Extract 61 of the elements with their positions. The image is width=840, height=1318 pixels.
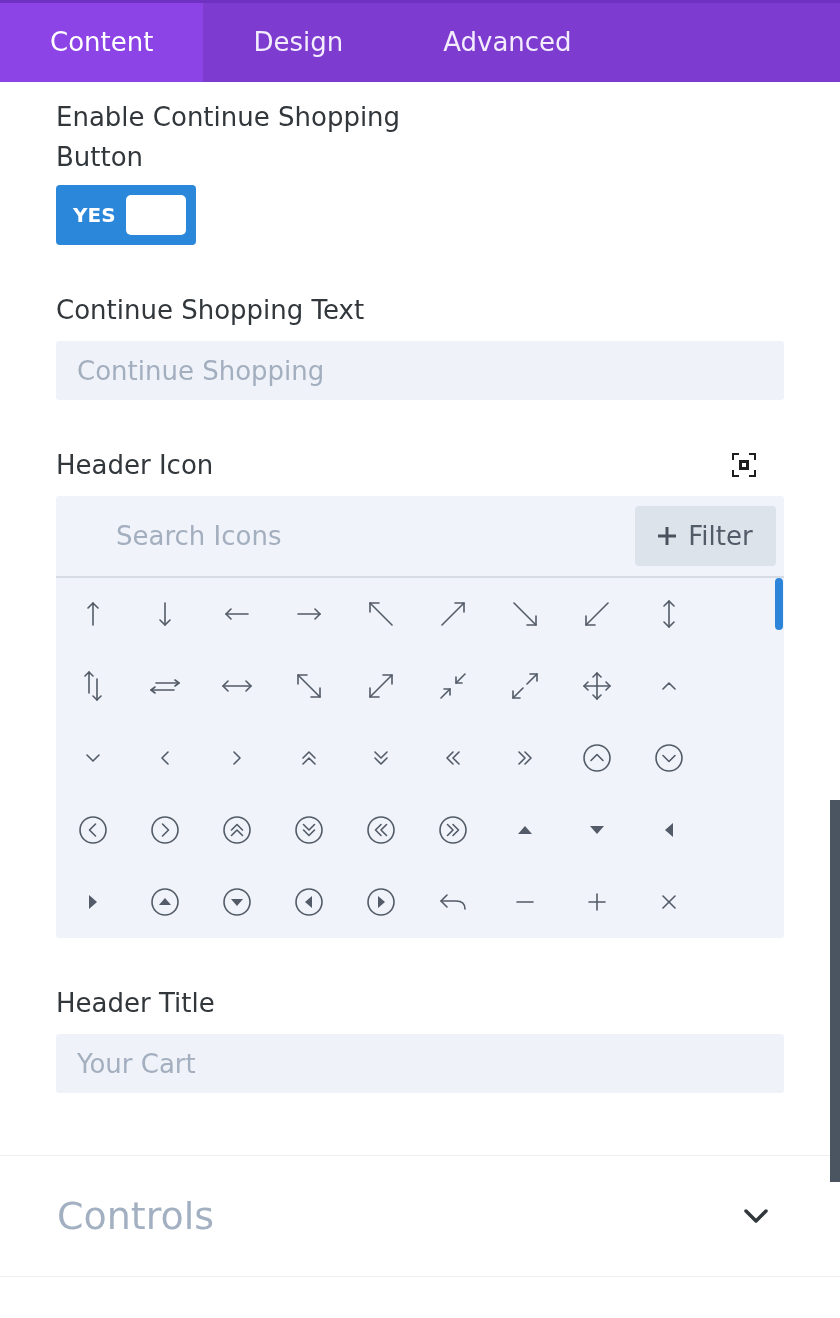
arrow-up-icon[interactable] bbox=[87, 602, 99, 626]
diagonal-double-arrow-icon[interactable] bbox=[369, 674, 393, 698]
field-label: Continue Shopping Text bbox=[56, 294, 366, 327]
double-chevron-left-icon[interactable] bbox=[446, 751, 460, 765]
page-scrollbar[interactable] bbox=[830, 800, 840, 1182]
diagonal-double-arrow-icon[interactable] bbox=[297, 674, 321, 698]
close-icon[interactable] bbox=[662, 895, 676, 909]
scrollbar-thumb[interactable] bbox=[775, 578, 783, 630]
arrow-left-icon[interactable] bbox=[225, 608, 249, 620]
plus-icon bbox=[658, 527, 677, 545]
arrows-up-down-icon[interactable] bbox=[84, 671, 102, 701]
circle-triangle-right-icon[interactable] bbox=[367, 888, 395, 916]
arrow-right-icon[interactable] bbox=[297, 608, 321, 620]
chevron-left-icon[interactable] bbox=[161, 751, 169, 765]
triangle-left-icon[interactable] bbox=[665, 823, 673, 837]
field-label: Header Title bbox=[56, 987, 216, 1020]
field-label: Header Icon bbox=[56, 449, 214, 482]
triangle-right-icon[interactable] bbox=[89, 895, 97, 909]
minimize-icon[interactable] bbox=[440, 673, 466, 699]
circle-chevron-left-icon[interactable] bbox=[79, 816, 107, 844]
tab[interactable]: Advanced bbox=[393, 3, 622, 82]
arrow-left-right-icon[interactable] bbox=[222, 680, 252, 692]
circle-triangle-up-icon[interactable] bbox=[151, 888, 179, 916]
circle-chevron-up-icon[interactable] bbox=[583, 744, 611, 772]
toggle-knob bbox=[126, 195, 186, 235]
reply-arrow-icon[interactable] bbox=[440, 894, 466, 910]
tab[interactable]: Content bbox=[0, 3, 204, 82]
tab[interactable]: Design bbox=[203, 3, 394, 82]
circle-triangle-left-icon[interactable] bbox=[295, 888, 323, 916]
maximize-icon[interactable] bbox=[512, 673, 538, 699]
arrows-left-right-icon[interactable] bbox=[150, 678, 180, 694]
double-chevron-up-icon[interactable] bbox=[302, 751, 316, 765]
arrow-up-down-icon[interactable] bbox=[663, 600, 675, 628]
filter-button[interactable]: Filter bbox=[635, 506, 776, 566]
circle-chevron-down-icon[interactable] bbox=[655, 744, 683, 772]
circle-double-chevron-up-icon[interactable] bbox=[223, 816, 251, 844]
chevron-up-icon[interactable] bbox=[662, 682, 676, 690]
double-chevron-right-icon[interactable] bbox=[518, 751, 532, 765]
circle-triangle-down-icon[interactable] bbox=[223, 888, 251, 916]
move-icon[interactable] bbox=[583, 672, 611, 700]
chevron-right-icon[interactable] bbox=[233, 751, 241, 765]
triangle-down-icon[interactable] bbox=[590, 826, 604, 834]
circle-double-chevron-right-icon[interactable] bbox=[439, 816, 467, 844]
arrow-up-right-icon[interactable] bbox=[441, 602, 465, 626]
plus-icon[interactable] bbox=[588, 893, 606, 911]
triangle-up-icon[interactable] bbox=[518, 826, 532, 834]
circle-double-chevron-left-icon[interactable] bbox=[367, 816, 395, 844]
arrow-down-icon[interactable] bbox=[159, 602, 171, 626]
input-field[interactable]: Continue Shopping bbox=[56, 341, 784, 400]
search-field[interactable]: Search Icons bbox=[56, 506, 635, 566]
input-field[interactable]: Your Cart bbox=[56, 1034, 784, 1093]
double-chevron-down-icon[interactable] bbox=[374, 751, 388, 765]
chevron-down-icon[interactable] bbox=[86, 754, 100, 762]
arrow-down-left-icon[interactable] bbox=[585, 602, 609, 626]
arrow-down-right-icon[interactable] bbox=[513, 602, 537, 626]
focus-frame-icon[interactable] bbox=[732, 453, 756, 477]
arrow-up-left-icon[interactable] bbox=[369, 602, 393, 626]
circle-double-chevron-down-icon[interactable] bbox=[295, 816, 323, 844]
circle-chevron-right-icon[interactable] bbox=[151, 816, 179, 844]
field-label: Enable Continue Shopping Button bbox=[56, 101, 402, 174]
toggle-switch[interactable]: YES bbox=[56, 185, 196, 245]
